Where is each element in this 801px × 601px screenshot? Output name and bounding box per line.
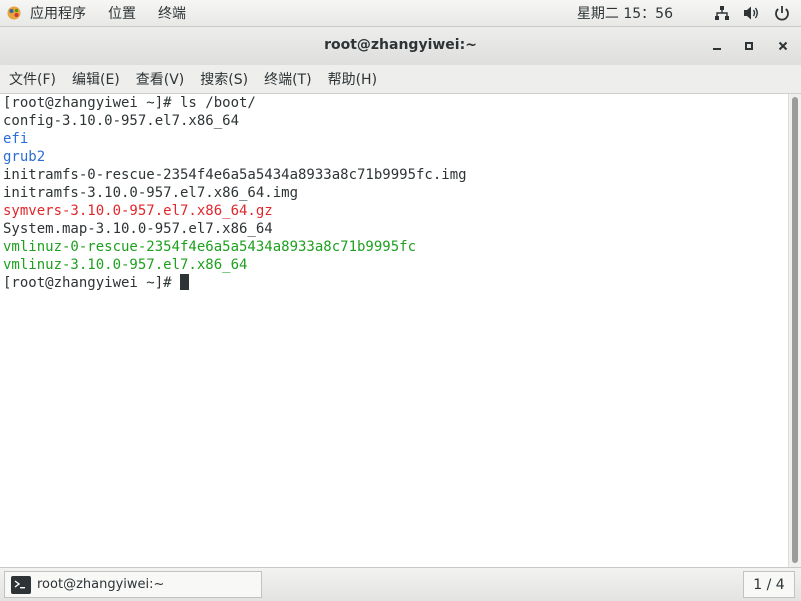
terminal-output[interactable]: [root@zhangyiwei ~]# ls /boot/ config-3.… (0, 94, 789, 567)
terminal-line: System.map-3.10.0-957.el7.x86_64 (3, 221, 273, 237)
places-label: 位置 (108, 6, 136, 22)
menu-terminal[interactable]: 终端(T) (264, 69, 311, 89)
top-panel: 应用程序 位置 终端 星期二 15：56 (0, 0, 801, 27)
maximize-button[interactable] (739, 36, 759, 56)
terminal-app-menu[interactable]: 终端 (158, 3, 186, 23)
terminal-line: vmlinuz-0-rescue-2354f4e6a5a5434a8933a8c… (3, 239, 417, 255)
terminal-line: initramfs-0-rescue-2354f4e6a5a5434a8933a… (3, 167, 467, 183)
power-icon[interactable] (773, 4, 791, 22)
terminal-prompt-line: [root@zhangyiwei ~]# (3, 274, 190, 292)
terminal-line: grub2 (3, 149, 46, 165)
window-title: root@zhangyiwei:~ (324, 37, 477, 53)
window-menubar: 文件(F) 编辑(E) 查看(V) 搜索(S) 终端(T) 帮助(H) (0, 65, 801, 94)
menu-help[interactable]: 帮助(H) (328, 69, 377, 89)
terminal-line: vmlinuz-3.10.0-957.el7.x86_64 (3, 257, 248, 273)
terminal-line: [root@zhangyiwei ~]# ls /boot/ (3, 95, 256, 111)
terminal-line: config-3.10.0-957.el7.x86_64 (3, 113, 240, 129)
applications-icon (6, 5, 22, 21)
places-menu[interactable]: 位置 (108, 3, 136, 23)
menu-edit[interactable]: 编辑(E) (72, 69, 120, 89)
top-panel-left: 应用程序 位置 终端 (6, 0, 208, 26)
scrollbar-thumb[interactable] (792, 97, 798, 563)
top-panel-right: 星期二 15：56 (577, 0, 791, 26)
taskbar-window-button[interactable]: root@zhangyiwei:~ (4, 571, 262, 598)
volume-icon[interactable] (743, 4, 761, 22)
window-titlebar[interactable]: root@zhangyiwei:~ (0, 27, 801, 66)
terminal-prompt: [root@zhangyiwei ~]# (3, 275, 181, 291)
close-button[interactable] (773, 36, 793, 56)
menu-file[interactable]: 文件(F) (9, 69, 56, 89)
clock[interactable]: 星期二 15：56 (577, 3, 673, 23)
terminal-window: root@zhangyiwei:~ 文件(F) 编辑(E) 查看(V) 搜索(S… (0, 27, 801, 567)
applications-menu[interactable]: 应用程序 (6, 3, 86, 23)
terminal-cursor (180, 274, 190, 290)
applications-label: 应用程序 (30, 6, 86, 22)
terminal-app-label: 终端 (158, 6, 186, 22)
terminal-line: efi (3, 131, 29, 147)
menu-view[interactable]: 查看(V) (136, 69, 185, 89)
terminal-icon (11, 575, 31, 594)
minimize-button[interactable] (707, 36, 727, 56)
workspace-indicator[interactable]: 1 / 4 (743, 571, 795, 598)
taskbar-window-label: root@zhangyiwei:~ (37, 577, 165, 592)
terminal-line: initramfs-3.10.0-957.el7.x86_64.img (3, 185, 299, 201)
menu-search[interactable]: 搜索(S) (200, 69, 248, 89)
network-icon[interactable] (713, 4, 731, 22)
terminal-line: symvers-3.10.0-957.el7.x86_64.gz (3, 203, 273, 219)
bottom-panel: root@zhangyiwei:~ 1 / 4 (0, 567, 801, 601)
terminal-scrollbar[interactable] (788, 94, 801, 567)
